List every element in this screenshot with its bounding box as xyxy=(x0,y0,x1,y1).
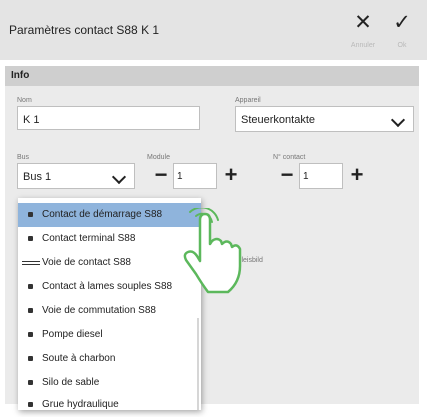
list-scroll-divider xyxy=(197,318,199,410)
info-section-header: Info xyxy=(5,66,419,86)
cancel-button[interactable]: ✕ Annuler xyxy=(345,6,381,52)
module-input[interactable]: 1 xyxy=(173,163,217,189)
close-icon: ✕ xyxy=(354,11,372,34)
list-item[interactable]: Voie de contact S88 xyxy=(18,251,201,275)
list-item[interactable]: Silo de sable xyxy=(18,371,201,395)
switching-track-icon xyxy=(22,307,40,315)
module-label: Module xyxy=(147,154,170,161)
device-value: Steuerkontakte xyxy=(241,114,315,126)
ok-label: Ok xyxy=(397,42,407,49)
module-decrement-button[interactable]: − xyxy=(149,163,173,189)
diesel-pump-icon xyxy=(22,331,40,339)
list-item[interactable]: Contact à lames souples S88 xyxy=(18,275,201,299)
dialog-title: Paramètres contact S88 K 1 xyxy=(9,23,160,37)
info-heading: Info xyxy=(11,70,30,81)
bus-select[interactable]: Bus 1 xyxy=(17,163,135,189)
contact-increment-button[interactable]: + xyxy=(345,163,369,189)
contact-track-icon xyxy=(22,259,40,267)
contact-number-value: 1 xyxy=(303,171,309,182)
name-label: Nom xyxy=(17,97,32,104)
type-dropdown-list[interactable]: Contact de démarrage S88 Contact termina… xyxy=(18,198,201,410)
module-increment-button[interactable]: + xyxy=(219,163,243,189)
bus-value: Bus 1 xyxy=(23,171,52,183)
check-icon: ✓ xyxy=(393,11,411,34)
bus-label: Bus xyxy=(17,154,30,161)
title-bar: Paramètres contact S88 K 1 ✕ Annuler ✓ O… xyxy=(0,0,427,60)
list-item[interactable]: Soute à charbon xyxy=(18,347,201,371)
coal-bunker-icon xyxy=(22,355,40,363)
list-item[interactable]: Pompe diesel xyxy=(18,323,201,347)
list-item[interactable]: Contact terminal S88 xyxy=(18,227,201,251)
ok-button[interactable]: ✓ Ok xyxy=(384,6,420,52)
start-contact-icon xyxy=(22,211,40,219)
name-value: K 1 xyxy=(23,114,40,126)
module-value: 1 xyxy=(177,171,183,182)
contact-number-label: N° contact xyxy=(273,154,306,161)
reed-contact-icon xyxy=(22,283,40,291)
water-crane-icon xyxy=(22,401,40,409)
device-select[interactable]: Steuerkontakte xyxy=(235,106,414,132)
contact-number-input[interactable]: 1 xyxy=(299,163,343,189)
tap-gesture-hand-icon xyxy=(183,208,242,294)
list-item[interactable]: Contact de démarrage S88 xyxy=(18,203,201,227)
contact-decrement-button[interactable]: − xyxy=(275,163,299,189)
chevron-down-icon xyxy=(104,164,134,188)
name-field[interactable]: K 1 xyxy=(17,106,200,130)
sand-silo-icon xyxy=(22,379,40,387)
device-label: Appareil xyxy=(235,97,261,104)
cancel-label: Annuler xyxy=(350,42,376,49)
list-item[interactable]: Grue hydraulique xyxy=(18,393,201,417)
terminal-contact-icon xyxy=(22,235,40,243)
chevron-down-icon xyxy=(383,107,413,131)
list-item[interactable]: Voie de commutation S88 xyxy=(18,299,201,323)
